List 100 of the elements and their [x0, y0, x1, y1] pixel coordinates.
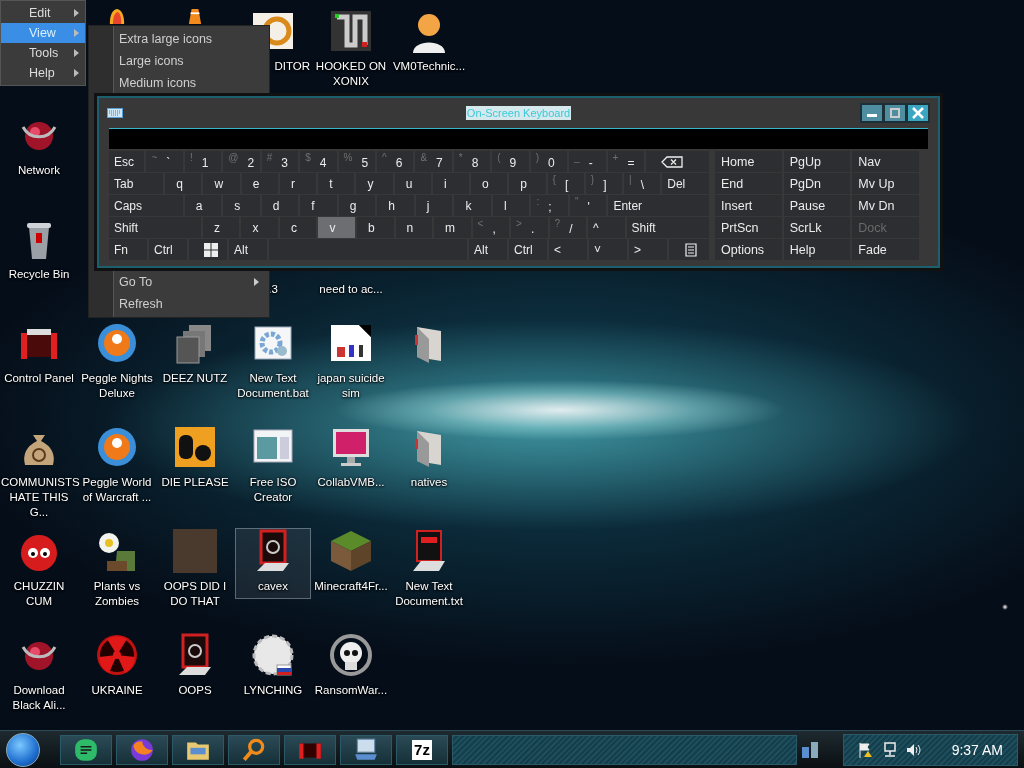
flag-warning-icon[interactable]	[857, 741, 874, 758]
keyboard-key[interactable]: % 5	[338, 151, 375, 172]
keyboard-key[interactable]: Mv Dn	[852, 195, 919, 216]
keyboard-key[interactable]: Del	[662, 173, 709, 194]
keyboard-key[interactable]: e	[241, 173, 278, 194]
taskbar-button[interactable]	[172, 734, 224, 765]
keyboard-key[interactable]: Fade	[852, 239, 919, 260]
keyboard-key[interactable]: a	[184, 195, 222, 216]
keyboard-key[interactable]: { [	[547, 173, 584, 194]
desktop-shortcut[interactable]: Peggle Nights Deluxe	[79, 320, 155, 406]
keyboard-key[interactable]: Caps	[109, 195, 183, 216]
keyboard-key[interactable]: Shift	[626, 217, 709, 238]
keyboard-key[interactable]: k	[454, 195, 491, 216]
desktop-shortcut[interactable]: CollabVMB...	[313, 424, 389, 495]
taskbar-button[interactable]	[116, 734, 168, 765]
desktop-shortcut[interactable]: DEEZ NUTZ	[157, 320, 233, 391]
keyboard-key[interactable]: Ctrl	[509, 239, 547, 260]
keyboard-key[interactable]: ( 9	[492, 151, 529, 172]
keyboard-key[interactable]: Options	[715, 239, 782, 260]
keyboard-key[interactable]: & 7	[415, 151, 452, 172]
keyboard-key[interactable]: p	[509, 173, 546, 194]
keyboard-key[interactable]: ? /	[549, 217, 587, 238]
desktop-shortcut[interactable]: LYNCHING	[235, 632, 311, 703]
desktop-shortcut[interactable]: New Text Document.txt	[391, 528, 467, 614]
keyboard-key[interactable]: ~ `	[146, 151, 183, 172]
windows-key[interactable]	[189, 239, 227, 260]
keyboard-key[interactable]: o	[471, 173, 508, 194]
keyboard-key[interactable]: >	[629, 239, 667, 260]
menu-item[interactable]: Tools	[1, 43, 85, 63]
keyboard-key[interactable]: > .	[511, 217, 548, 238]
menu-item[interactable]: Go To	[89, 271, 269, 293]
keyboard-key[interactable]: # 3	[261, 151, 299, 172]
keyboard-key[interactable]: Home	[715, 151, 782, 172]
keyboard-key[interactable]: Insert	[715, 195, 782, 216]
minimize-button[interactable]	[862, 105, 882, 121]
network-icon[interactable]	[881, 741, 898, 758]
menu-item[interactable]: Edit	[1, 3, 85, 23]
keyboard-key[interactable]: s	[223, 195, 260, 216]
keyboard-key[interactable]: n	[395, 217, 432, 238]
taskbar-button[interactable]	[228, 734, 280, 765]
desktop-shortcut[interactable]: Peggle World of Warcraft ...	[79, 424, 155, 510]
keyboard-key[interactable]: Pause	[783, 195, 851, 216]
keyboard-key[interactable]: x	[241, 217, 278, 238]
keyboard-key[interactable]: j	[415, 195, 453, 216]
keyboard-key[interactable]: End	[715, 173, 782, 194]
desktop-shortcut[interactable]: Free ISO Creator	[235, 424, 311, 510]
desktop-icon[interactable]	[800, 740, 819, 759]
taskbar-button[interactable]	[60, 734, 112, 765]
keyboard-key[interactable]: Fn	[109, 239, 147, 260]
menu-item[interactable]: Extra large icons	[89, 28, 269, 50]
desktop-shortcut[interactable]: Download Black Ali...	[1, 632, 77, 718]
keyboard-key[interactable]: PrtScn	[715, 217, 782, 238]
keyboard-key[interactable]: : ;	[531, 195, 568, 216]
keyboard-key[interactable]: b	[357, 217, 394, 238]
keyboard-key[interactable]: z	[202, 217, 240, 238]
keyboard-key[interactable]: " '	[569, 195, 607, 216]
keyboard-key[interactable]: i	[432, 173, 470, 194]
desktop-shortcut[interactable]: UKRAINE	[79, 632, 155, 703]
desktop-shortcut[interactable]: Control Panel	[1, 320, 77, 391]
menu-key[interactable]	[669, 239, 709, 260]
keyboard-key[interactable]: h	[377, 195, 414, 216]
keyboard-key[interactable]: f	[300, 195, 337, 216]
keyboard-key[interactable]: ScrLk	[783, 217, 851, 238]
keyboard-key[interactable]: < ,	[472, 217, 510, 238]
keyboard-key[interactable]: c	[279, 217, 317, 238]
keyboard-key[interactable]: d	[261, 195, 299, 216]
keyboard-key[interactable]: Tab	[109, 173, 164, 194]
backspace-key[interactable]	[645, 151, 710, 172]
keyboard-key[interactable]: $ 4	[300, 151, 337, 172]
keyboard-key[interactable]: * 8	[453, 151, 491, 172]
keyboard-key[interactable]: m	[434, 217, 471, 238]
keyboard-key[interactable]: Help	[783, 239, 851, 260]
desktop-shortcut[interactable]: HOOKED ON XONIX	[313, 8, 389, 94]
menu-item[interactable]: Medium icons	[89, 72, 269, 94]
desktop-shortcut[interactable]: Minecraft4Fr...	[313, 528, 389, 599]
keyboard-key[interactable]: + =	[607, 151, 644, 172]
desktop-shortcut[interactable]: DIE PLEASE	[157, 424, 233, 495]
keyboard-key[interactable]: Ctrl	[149, 239, 187, 260]
keyboard-key[interactable]: @ 2	[223, 151, 260, 172]
desktop-shortcut[interactable]: New Text Document.bat	[235, 320, 311, 406]
keyboard-key[interactable]: v	[318, 217, 355, 238]
keyboard-key[interactable]: Alt	[229, 239, 267, 260]
menu-item[interactable]: Large icons	[89, 50, 269, 72]
keyboard-key[interactable]: PgUp	[783, 151, 851, 172]
desktop-shortcut[interactable]: COMMUNISTS HATE THIS G...	[1, 424, 77, 525]
keyboard-key[interactable]: Alt	[469, 239, 507, 260]
keyboard-key[interactable]: | \	[624, 173, 661, 194]
keyboard-key[interactable]: ) 0	[530, 151, 568, 172]
keyboard-key[interactable]: g	[338, 195, 376, 216]
keyboard-key[interactable]: l	[492, 195, 530, 216]
desktop-shortcut[interactable]: cavex	[235, 528, 311, 599]
keyboard-key[interactable]: y	[356, 173, 393, 194]
desktop-shortcut[interactable]: CHUZZIN CUM	[1, 528, 77, 614]
keyboard-key[interactable]: w	[203, 173, 240, 194]
keyboard-key[interactable]: Shift	[109, 217, 201, 238]
keyboard-key[interactable]: ˅	[589, 239, 627, 260]
desktop-shortcut[interactable]: RansomWar...	[313, 632, 389, 703]
desktop-shortcut[interactable]: Plants vs Zombies	[79, 528, 155, 614]
keyboard-key[interactable]: Enter	[608, 195, 709, 216]
taskbar-button[interactable]: 7z	[396, 734, 448, 765]
